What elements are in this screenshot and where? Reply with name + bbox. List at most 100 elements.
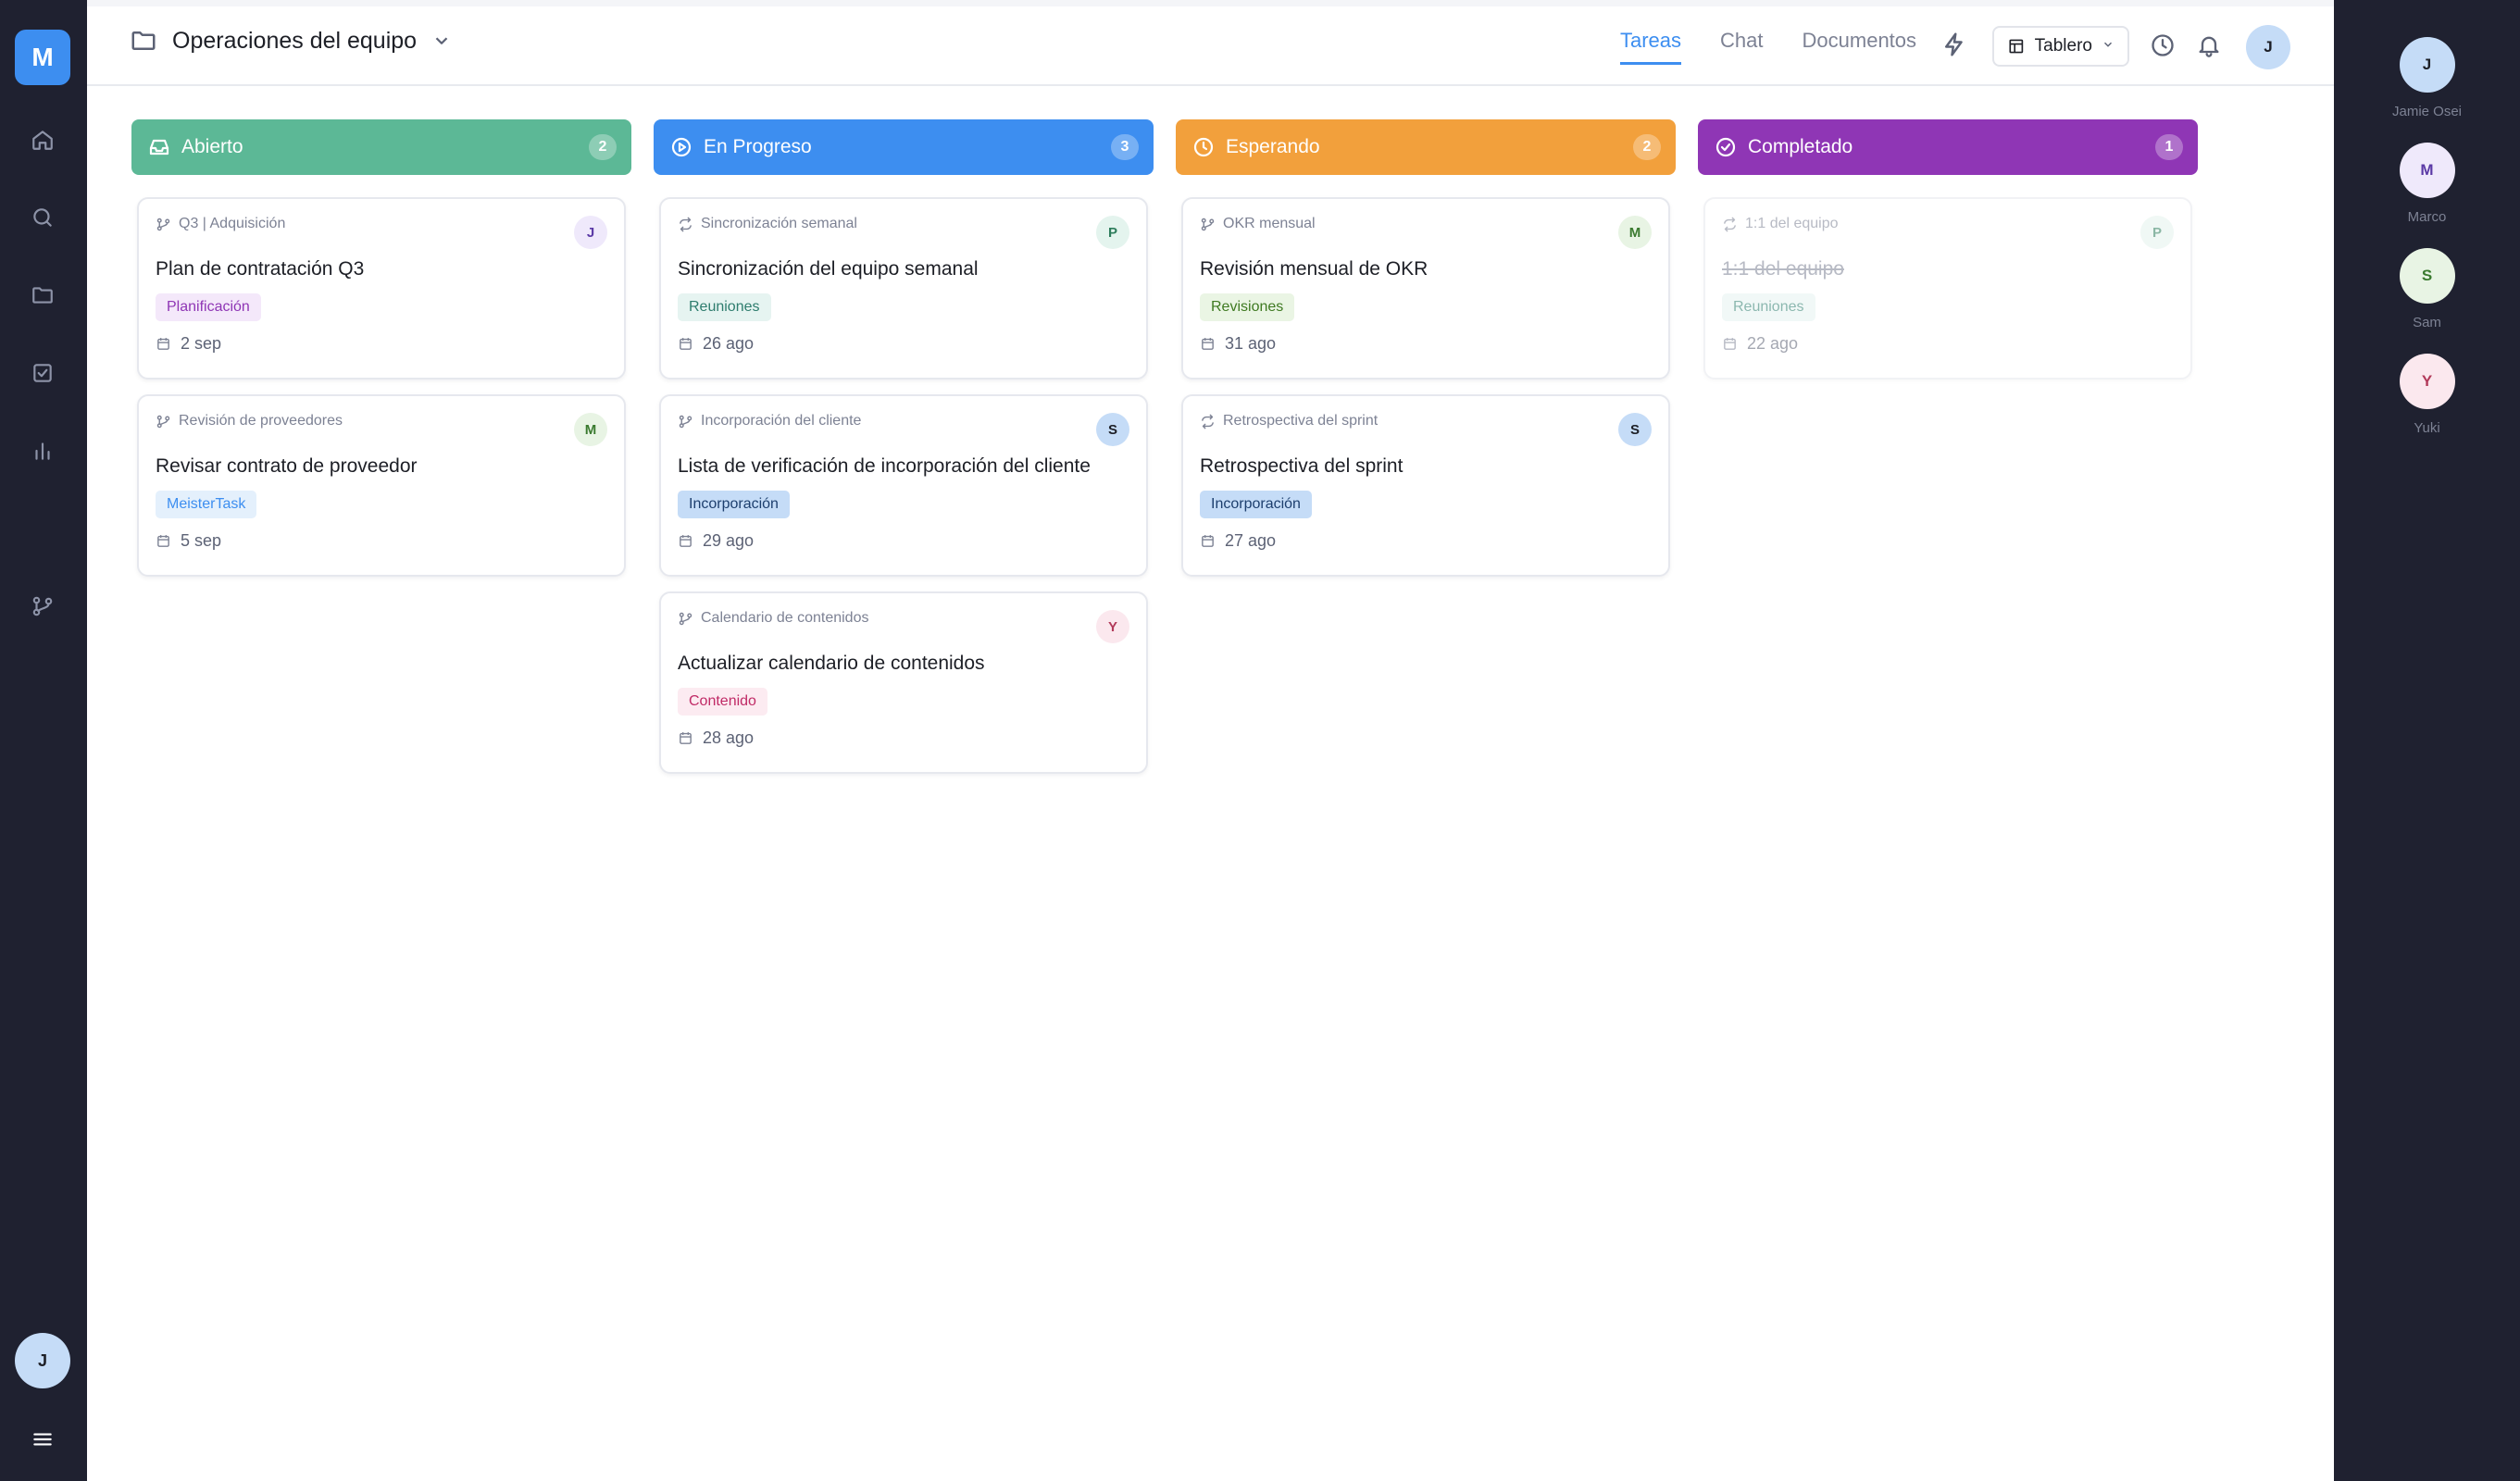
calendar-icon (1202, 535, 1214, 547)
card-title: Retrospectiva del sprint (1200, 455, 1403, 477)
check-circle-icon (1715, 136, 1737, 158)
card-source-label: Incorporación del cliente (701, 413, 862, 429)
card-title: Lista de verificación de incorporación d… (678, 455, 1091, 477)
chevron-down-icon (2102, 36, 2115, 56)
assignee-avatar[interactable]: S (1618, 413, 1652, 446)
main-area: Operaciones del equipo Tareas Chat Docum… (87, 6, 2334, 1481)
card-date-label: 2 sep (181, 334, 222, 353)
calendar-icon (680, 732, 692, 744)
repeat-icon (1202, 414, 1214, 429)
member-name: Marco (2407, 209, 2447, 225)
assignee-avatar[interactable]: P (1096, 216, 1129, 249)
card-date-label: 26 ago (703, 334, 755, 353)
card-source-label: Q3 | Adquisición (179, 216, 286, 231)
member-avatar: J (2399, 37, 2455, 93)
calendar-icon (1202, 338, 1214, 350)
task-card[interactable]: Retrospectiva del sprint S Retrospectiva… (1181, 394, 1670, 577)
card-tag: Revisiones (1200, 293, 1295, 321)
card-source: OKR mensual (1200, 216, 1652, 232)
column-header[interactable]: Completado 1 (1698, 119, 2198, 175)
repeat-icon (680, 217, 692, 231)
card-tag: Contenido (678, 688, 767, 716)
kanban-board: Abierto 2 Q3 | Adquisición J Plan de con… (131, 119, 2198, 774)
member-name: Sam (2413, 315, 2441, 330)
column-count-badge: 1 (2155, 134, 2183, 160)
task-card[interactable]: OKR mensual M Revisión mensual de OKR Re… (1181, 197, 1670, 380)
column-header[interactable]: En Progreso 3 (654, 119, 1154, 175)
chevron-down-icon[interactable] (431, 31, 452, 51)
top-bar: Operaciones del equipo Tareas Chat Docum… (87, 6, 2334, 86)
column-title: Esperando (1226, 136, 1320, 157)
home-icon[interactable] (25, 122, 60, 157)
card-date-label: 5 sep (181, 531, 222, 550)
assignee-avatar[interactable]: S (1096, 413, 1129, 446)
workspace-logo[interactable]: M (15, 30, 70, 85)
card-due-date: 22 ago (1722, 334, 2174, 354)
tab-documentos[interactable]: Documentos (1803, 29, 1917, 65)
tab-tareas[interactable]: Tareas (1620, 29, 1682, 65)
assignee-avatar[interactable]: M (574, 413, 607, 446)
task-card[interactable]: Incorporación del cliente S Lista de ver… (659, 394, 1148, 577)
card-source: Retrospectiva del sprint (1200, 413, 1652, 429)
card-due-date: 28 ago (678, 728, 1129, 748)
repeat-icon (1724, 217, 1736, 231)
checkbox-icon[interactable] (25, 355, 60, 391)
column-header[interactable]: Abierto 2 (131, 119, 631, 175)
task-card[interactable]: Q3 | Adquisición J Plan de contratación … (137, 197, 626, 380)
member-item[interactable]: J Jamie Osei (2334, 37, 2520, 119)
card-source: Incorporación del cliente (678, 413, 1129, 429)
folder-icon[interactable] (25, 278, 60, 313)
automation-bolt-icon[interactable] (1940, 31, 1972, 62)
task-card[interactable]: Sincronización semanal P Sincronización … (659, 197, 1148, 380)
card-date-label: 29 ago (703, 531, 755, 550)
card-date-label: 31 ago (1225, 334, 1277, 353)
search-icon[interactable] (25, 200, 60, 235)
card-source-label: Sincronización semanal (701, 216, 857, 231)
project-selector[interactable]: Operaciones del equipo (130, 27, 452, 55)
assignee-avatar[interactable]: Y (1096, 610, 1129, 643)
assignee-avatar[interactable]: M (1618, 216, 1652, 249)
clock-icon (1192, 136, 1215, 158)
card-source: Revisión de proveedores (156, 413, 607, 429)
member-item[interactable]: M Marco (2334, 143, 2520, 225)
card-source-label: Retrospectiva del sprint (1223, 413, 1379, 429)
card-source: Calendario de contenidos (678, 610, 1129, 627)
view-mode-select[interactable]: Tablero (1992, 26, 2129, 67)
user-avatar[interactable]: J (15, 1333, 70, 1388)
user-avatar[interactable]: J (2246, 25, 2290, 69)
column-completado: Completado 1 1:1 del equipo P 1:1 del eq… (1698, 119, 2198, 774)
bar-chart-icon[interactable] (25, 433, 60, 468)
column-en-progreso: En Progreso 3 Sincronización semanal P S… (654, 119, 1154, 774)
play-circle-icon (670, 136, 692, 158)
git-branch-icon (156, 415, 170, 428)
folder-icon (131, 31, 156, 50)
column-abierto: Abierto 2 Q3 | Adquisición J Plan de con… (131, 119, 631, 774)
task-card[interactable]: Revisión de proveedores M Revisar contra… (137, 394, 626, 577)
tab-chat[interactable]: Chat (1720, 29, 1763, 65)
board-layout-icon (2009, 39, 2024, 54)
bell-icon[interactable] (2196, 32, 2224, 60)
task-card[interactable]: 1:1 del equipo P 1:1 del equipo Reunione… (1703, 197, 2192, 380)
card-tag: MeisterTask (156, 491, 257, 518)
clock-icon[interactable] (2150, 32, 2177, 60)
git-branch-icon (1201, 218, 1215, 230)
task-card[interactable]: Calendario de contenidos Y Actualizar ca… (659, 591, 1148, 774)
git-branch-icon (679, 415, 692, 428)
member-item[interactable]: Y Yuki (2334, 354, 2520, 436)
calendar-icon (680, 338, 692, 350)
column-title: Completado (1748, 136, 1853, 157)
member-avatar: M (2399, 143, 2455, 198)
assignee-avatar[interactable]: J (574, 216, 607, 249)
assignee-avatar[interactable]: P (2140, 216, 2174, 249)
column-count-badge: 3 (1111, 134, 1139, 160)
card-source: Q3 | Adquisición (156, 216, 607, 232)
card-title: Actualizar calendario de contenidos (678, 653, 985, 674)
git-branch-icon[interactable] (25, 589, 60, 624)
member-item[interactable]: S Sam (2334, 248, 2520, 330)
card-title: Revisión mensual de OKR (1200, 258, 1428, 280)
column-header[interactable]: Esperando 2 (1176, 119, 1676, 175)
card-title: Sincronización del equipo semanal (678, 258, 979, 280)
card-source-label: OKR mensual (1223, 216, 1316, 231)
column-title: En Progreso (704, 136, 812, 157)
hamburger-menu-icon[interactable] (25, 1422, 60, 1457)
